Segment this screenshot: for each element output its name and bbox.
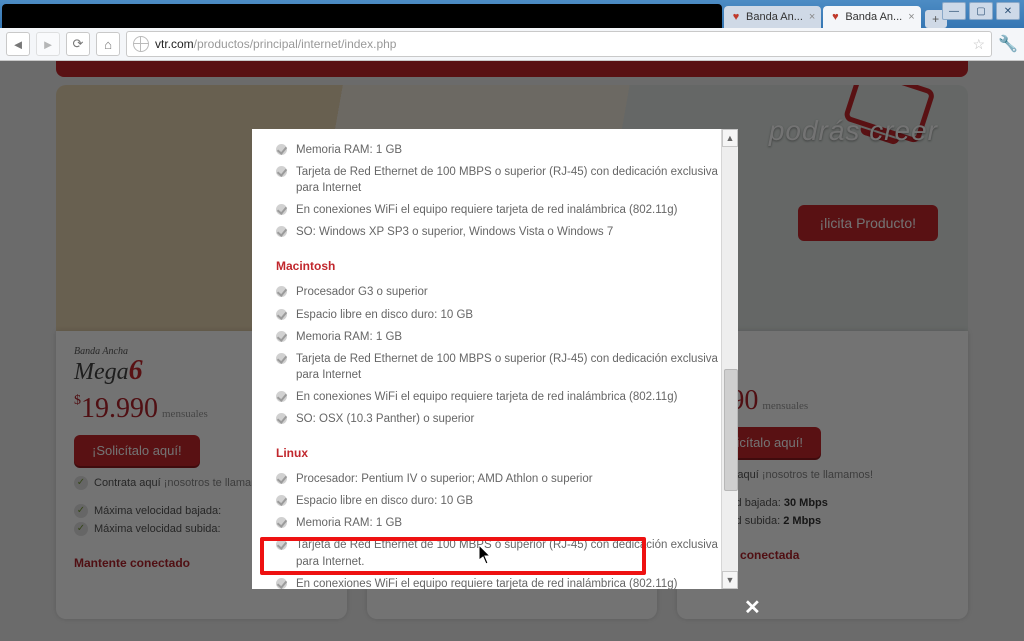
req-list-windows-tail: Memoria RAM: 1 GBTarjeta de Red Ethernet… [276, 139, 722, 243]
scroll-up-button[interactable]: ▲ [722, 129, 738, 147]
heading-linux: Linux [276, 446, 722, 460]
scroll-down-button[interactable]: ▼ [722, 571, 738, 589]
req-item: En conexiones WiFi el equipo requiere ta… [276, 573, 722, 589]
heart-icon: ♥ [829, 11, 841, 23]
url-host: vtr.com [155, 37, 194, 51]
req-list-linux: Procesador: Pentium IV o superior; AMD A… [276, 468, 722, 589]
req-item: Tarjeta de Red Ethernet de 100 MBPS o su… [276, 348, 722, 386]
modal-scrollbar[interactable]: ▲ ▼ [721, 129, 738, 589]
minimize-button[interactable]: — [942, 2, 966, 20]
globe-icon [133, 36, 149, 52]
modal-body: Memoria RAM: 1 GBTarjeta de Red Ethernet… [252, 129, 738, 589]
req-item: SO: OSX (10.3 Panther) o superior [276, 408, 722, 430]
back-button[interactable]: ◄ [6, 32, 30, 56]
req-item: Espacio libre en disco duro: 10 GB [276, 304, 722, 326]
redacted-area [2, 4, 722, 28]
url-path: /productos/principal/internet/index.php [194, 37, 397, 51]
close-window-button[interactable]: ✕ [996, 2, 1020, 20]
settings-icon[interactable]: 🔧 [998, 34, 1018, 54]
tab-banda-1[interactable]: ♥ Banda An... × [724, 6, 821, 28]
browser-viewport: podrás creer ¡licita Producto! Banda Anc… [0, 61, 1024, 641]
tab-strip: ♥ Banda An... × ♥ Banda An... × + [0, 4, 1024, 28]
tab-banda-2[interactable]: ♥ Banda An... × [823, 6, 920, 28]
window-buttons: — ▢ ✕ [942, 2, 1020, 20]
req-item: Memoria RAM: 1 GB [276, 512, 722, 534]
browser-toolbar: ◄ ► ⟳ ⌂ vtr.com/productos/principal/inte… [0, 28, 1024, 61]
req-item: Procesador G3 o superior [276, 281, 722, 303]
req-item: Tarjeta de Red Ethernet de 100 MBPS o su… [276, 534, 722, 572]
requirements-modal: Memoria RAM: 1 GBTarjeta de Red Ethernet… [252, 129, 754, 589]
forward-button[interactable]: ► [36, 32, 60, 56]
req-item: Memoria RAM: 1 GB [276, 139, 722, 161]
url-bar[interactable]: vtr.com/productos/principal/internet/ind… [126, 31, 992, 57]
req-item: Memoria RAM: 1 GB [276, 326, 722, 348]
heart-icon: ♥ [730, 11, 742, 23]
req-item: Procesador: Pentium IV o superior; AMD A… [276, 468, 722, 490]
req-item: Espacio libre en disco duro: 10 GB [276, 490, 722, 512]
maximize-button[interactable]: ▢ [969, 2, 993, 20]
tab-label: Banda An... [845, 11, 902, 23]
close-icon[interactable]: × [908, 11, 914, 23]
req-item: SO: Windows XP SP3 o superior, Windows V… [276, 221, 722, 243]
bookmark-icon[interactable]: ☆ [973, 36, 986, 53]
browser-titlebar: ♥ Banda An... × ♥ Banda An... × + — ▢ ✕ [0, 0, 1024, 28]
reload-button[interactable]: ⟳ [66, 32, 90, 56]
tab-label: Banda An... [746, 11, 803, 23]
req-list-macintosh: Procesador G3 o superiorEspacio libre en… [276, 281, 722, 430]
req-item: Tarjeta de Red Ethernet de 100 MBPS o su… [276, 161, 722, 199]
req-item: En conexiones WiFi el equipo requiere ta… [276, 386, 722, 408]
home-button[interactable]: ⌂ [96, 32, 120, 56]
modal-close-button[interactable]: ✕ [744, 595, 761, 620]
scroll-thumb[interactable] [724, 369, 738, 491]
heading-macintosh: Macintosh [276, 259, 722, 273]
close-icon[interactable]: × [809, 11, 815, 23]
req-item: En conexiones WiFi el equipo requiere ta… [276, 199, 722, 221]
